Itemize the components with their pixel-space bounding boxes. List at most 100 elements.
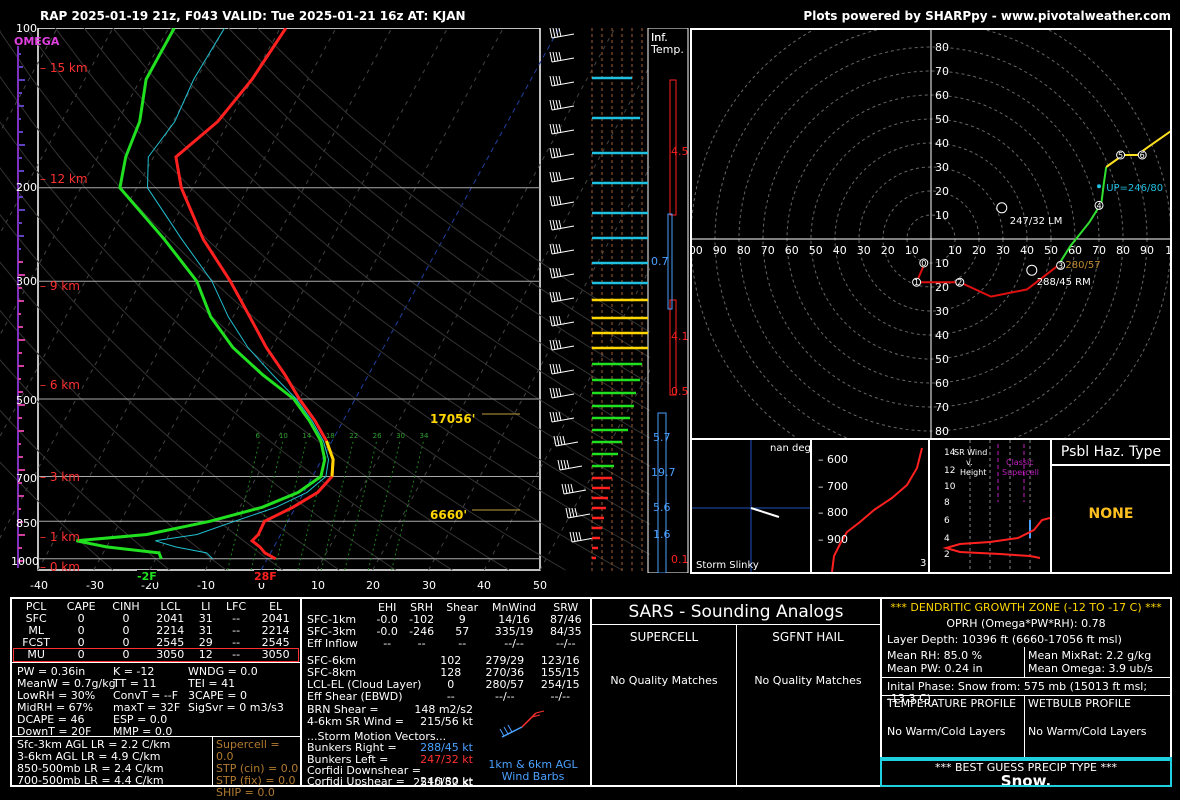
theta-level-800-text: 800 (827, 506, 848, 519)
wind-barb-flag (558, 123, 562, 133)
cell: -- (458, 637, 467, 650)
sr-classic: Classic (1006, 458, 1034, 467)
storm-slinky-label: Storm Slinky (696, 560, 759, 571)
height-1km-text: 1 km (49, 530, 80, 544)
wind-barb-flag (558, 99, 562, 109)
wind-barb-flag (555, 315, 559, 326)
wind-barb-flag (558, 195, 562, 205)
mixing-ratio-label: 18 (326, 432, 335, 440)
height-6km-text: 6 km (49, 378, 80, 392)
cell: 12 (198, 648, 213, 661)
temp-tick-30: 30 (422, 579, 436, 592)
hodo-y-label: 60 (935, 377, 949, 390)
wind-barb-flag (561, 483, 565, 495)
sars-col-divider (736, 624, 737, 787)
wind-barb-flag (552, 243, 556, 254)
temp-profile-value: No Warm/Cold Layers (887, 725, 1006, 738)
theta-level-600-text: 600 (827, 453, 848, 466)
sounding-title: RAP 2025-01-19 21z, F043 VALID: Tue 2025… (40, 9, 466, 23)
inf-val-3: 0.5 (671, 385, 689, 398)
hodo-x-label: 90 (713, 244, 727, 257)
cell: -- (446, 690, 455, 703)
isotherm-line (0, 28, 2, 32)
sars-hail-result: No Quality Matches (754, 674, 862, 687)
slinky-vector (750, 507, 780, 518)
hodo-x-label: 20 (881, 244, 895, 257)
hodo-height-label: 3 (1058, 261, 1063, 270)
cell: Eff Inflow (307, 637, 358, 650)
parcel-row-mu: MU 0 0 3050 12 -- 3050 (13, 648, 299, 662)
temp-tick-m30: -30 (86, 579, 104, 592)
hodo-x-label: 1 (1165, 244, 1170, 257)
pressure-label-100: 100 (16, 22, 37, 35)
slinky-chart (692, 440, 810, 572)
height-0km-text: 0 km (49, 560, 80, 574)
mixing-ratio-line (367, 440, 401, 571)
hodo-y-label: 70 (935, 65, 949, 78)
height-3km-text: 3 km (49, 470, 80, 484)
temp-tick-50: 50 (533, 579, 547, 592)
height-12km-text: 12 km (49, 172, 88, 186)
dgz-mini-divider (1024, 647, 1025, 677)
wind-barb-flag (558, 243, 562, 253)
wind-barb-flag (557, 459, 561, 471)
wind-barb-flag (558, 147, 562, 157)
wind-barb-flag (555, 123, 559, 134)
hodo-height-label: 5 (1118, 151, 1123, 160)
sars-supercell-head: SUPERCELL (629, 630, 699, 644)
cell: MU (27, 648, 45, 661)
theta-level-700: – 700 (818, 480, 848, 493)
sfc-temp-label: 28F (254, 570, 277, 583)
wind-barb-flag (549, 28, 553, 39)
sr-ylabel-2: 2 (944, 550, 950, 560)
wind-barb-flag (560, 459, 564, 470)
kin-row: Eff Inflow -- -- -- --/-- --/-- (304, 638, 588, 650)
dgz-depth: Layer Depth: 10396 ft (6660-17056 ft msl… (887, 633, 1122, 646)
wind-barb-flag (549, 147, 553, 159)
wind-barb-flag (549, 99, 553, 111)
hodo-y-label: 30 (935, 161, 949, 174)
height-label-6km: – 6 km (40, 378, 80, 392)
wind-barb-flag (555, 147, 559, 158)
temp-profile-head: TEMPERATURE PROFILE (887, 697, 1017, 710)
theta-level-900-text: 900 (827, 533, 848, 546)
lapse-divider (12, 736, 300, 737)
sars-panel: SARS - Sounding Analogs SUPERCELL SGFNT … (590, 597, 882, 787)
wetbulb-profile-value: No Warm/Cold Layers (1028, 725, 1147, 738)
credit-text: Plots powered by SHARPpy - www.pivotalwe… (803, 9, 1171, 23)
sars-hail-head: SGFNT HAIL (772, 630, 844, 644)
corfidi-up: Corfidi Upshear = 246/80 kt (307, 776, 473, 788)
precip-box (880, 757, 1172, 787)
hodo-y-label: 10 (935, 209, 949, 222)
wind-barb-flag (575, 531, 579, 542)
wind-barb-flag (555, 363, 559, 374)
right-mover-label: 288/45 RM (1037, 277, 1091, 288)
dry-adiabat (141, 28, 650, 439)
hodo-x-label: 80 (737, 244, 751, 257)
hodo-y-label: 50 (935, 113, 949, 126)
isotherm-line (0, 28, 114, 235)
hodo-y-label: 80 (935, 41, 949, 54)
isotherm-line (37, 28, 337, 571)
sr-supercell: Supercell (1002, 468, 1040, 477)
inf-val-7: 1.6 (653, 528, 671, 541)
dgz-divider-1 (882, 677, 1170, 678)
mixing-ratio-line (320, 440, 354, 571)
wind-barb-flag (558, 315, 562, 325)
pressure-label-700: 700 (16, 472, 37, 485)
wind-barb-flag (555, 339, 559, 350)
wind-barb-flag (555, 219, 559, 230)
skewt-chart: 6 10 14 18 22 26 30 34 (0, 28, 650, 571)
kinematics-panel: EHI SRH Shear MnWind SRW SFC-1km -0.0 -102… (300, 597, 592, 789)
sars-supercell-result: No Quality Matches (610, 674, 718, 687)
wind-barb-flag (549, 171, 553, 183)
wind-barb-flag (555, 387, 559, 398)
hodo-segment-high (1105, 130, 1170, 168)
dry-adiabat (0, 261, 340, 571)
hodo-height-label: 4 (1096, 201, 1101, 210)
inf-val-6: 5.6 (653, 501, 671, 514)
corfidi-up-value: 246/80 kt (420, 775, 473, 788)
parcel-panel: PCL CAPE CINH LCL LI LFC EL SFC 0 0 2041 31-… (10, 597, 302, 799)
dry-adiabat (0, 461, 114, 571)
sr-title-1: SR Wind (954, 448, 988, 457)
